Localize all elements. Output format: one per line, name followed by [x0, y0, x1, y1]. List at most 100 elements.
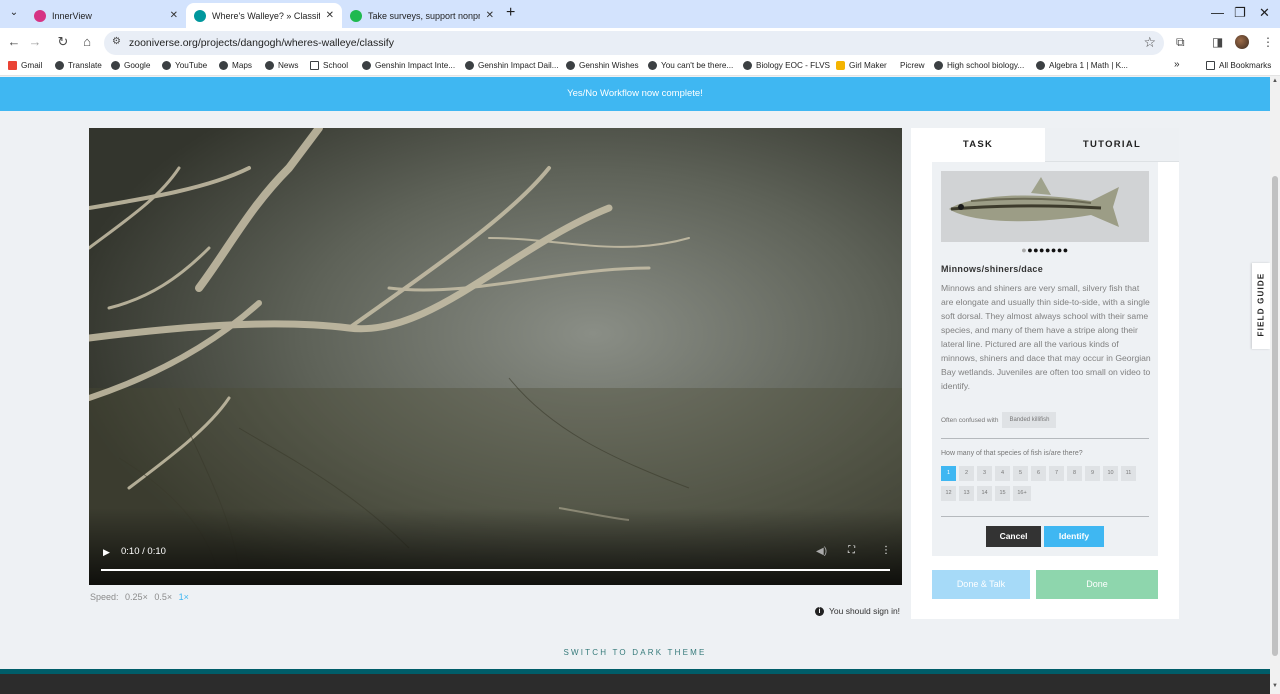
- species-description: Minnows and shiners are very small, silv…: [941, 283, 1151, 391]
- minimize-icon[interactable]: —: [1211, 5, 1224, 20]
- close-icon[interactable]: ✕: [486, 10, 494, 21]
- scroll-down-icon[interactable]: ▼: [1270, 683, 1280, 689]
- count-option[interactable]: 7: [1049, 466, 1064, 481]
- count-option[interactable]: 1: [941, 466, 956, 481]
- bookmark-label: All Bookmarks: [1219, 61, 1272, 70]
- bookmark-school[interactable]: School: [310, 61, 348, 70]
- count-option[interactable]: 9: [1085, 466, 1100, 481]
- globe-icon: [162, 61, 171, 70]
- count-option[interactable]: 12: [941, 486, 956, 501]
- done-and-talk-button[interactable]: Done & Talk: [932, 570, 1030, 599]
- video-progress-bar[interactable]: [101, 569, 890, 571]
- home-icon[interactable]: ⌂: [78, 34, 96, 49]
- bookmark-girl-maker[interactable]: Girl Maker: [836, 61, 887, 70]
- confused-species-chip[interactable]: Banded killifish: [1002, 412, 1057, 428]
- bookmark-genshin-wishes[interactable]: Genshin Wishes: [566, 61, 639, 70]
- info-icon: i: [815, 606, 824, 616]
- species-image[interactable]: [941, 171, 1149, 242]
- count-option[interactable]: 14: [977, 486, 992, 501]
- subject-video[interactable]: ▶ 0:10 / 0:10 ◀) ⛶ ⋮: [89, 128, 902, 585]
- browser-toolbar: ← → ↻ ⌂ ⚙ zooniverse.org/projects/dangog…: [0, 28, 1280, 58]
- identify-button[interactable]: Identify: [1044, 526, 1104, 547]
- zooniverse-favicon-icon: [194, 9, 206, 22]
- tab-tutorial[interactable]: TUTORIAL: [1045, 128, 1179, 162]
- count-option[interactable]: 15: [995, 486, 1010, 501]
- speed-option-1[interactable]: 1×: [179, 592, 189, 602]
- globe-icon: [743, 61, 752, 70]
- speed-option-025[interactable]: 0.25×: [125, 592, 148, 602]
- fullscreen-icon[interactable]: ⛶: [848, 545, 855, 556]
- bookmark-hs-biology[interactable]: High school biology...: [934, 61, 1024, 70]
- close-icon[interactable]: ✕: [170, 10, 178, 21]
- all-bookmarks[interactable]: All Bookmarks: [1206, 61, 1271, 70]
- tab-surveys[interactable]: Take surveys, support nonprofits ✕: [342, 3, 502, 28]
- switch-dark-theme-link[interactable]: SWITCH TO DARK THEME: [0, 648, 1270, 657]
- forward-icon[interactable]: →: [26, 34, 44, 49]
- play-icon[interactable]: ▶: [103, 547, 110, 558]
- count-option[interactable]: 13: [959, 486, 974, 501]
- close-icon[interactable]: ✕: [326, 10, 334, 21]
- speed-controls: Speed: 0.25× 0.5× 1×: [90, 592, 193, 602]
- bookmark-translate[interactable]: Translate: [55, 61, 102, 70]
- underwater-scene-image: [89, 128, 902, 585]
- bookmark-picrew[interactable]: Picrew: [900, 61, 925, 70]
- site-footer: [0, 669, 1270, 694]
- profile-avatar[interactable]: [1235, 35, 1249, 49]
- video-menu-icon[interactable]: ⋮: [881, 545, 891, 556]
- volume-icon[interactable]: ◀): [816, 546, 827, 557]
- tab-innerview[interactable]: InnerView ✕: [26, 3, 186, 28]
- count-option[interactable]: 16+: [1013, 486, 1031, 501]
- count-option[interactable]: 5: [1013, 466, 1028, 481]
- bookmark-genshin-dail[interactable]: Genshin Impact Dail...: [465, 61, 559, 70]
- restore-icon[interactable]: ❐: [1234, 5, 1246, 21]
- window-close-icon[interactable]: ✕: [1259, 5, 1270, 21]
- bookmark-label: High school biology...: [947, 61, 1025, 70]
- bookmark-maps[interactable]: Maps: [219, 61, 252, 70]
- bookmark-star-icon[interactable]: ☆: [1143, 34, 1156, 51]
- divider: [941, 438, 1149, 439]
- bookmark-biology-eoc[interactable]: Biology EOC - FLVS: [743, 61, 830, 70]
- bookmarks-overflow-icon[interactable]: »: [1174, 59, 1180, 70]
- bookmark-algebra[interactable]: Algebra 1 | Math | K...: [1036, 61, 1128, 70]
- scroll-up-icon[interactable]: ▲: [1270, 78, 1280, 84]
- bookmark-youtube[interactable]: YouTube: [162, 61, 207, 70]
- bookmark-gmail[interactable]: Gmail: [8, 61, 42, 70]
- address-bar[interactable]: ⚙ zooniverse.org/projects/dangogh/wheres…: [104, 31, 1164, 55]
- signin-text: You should sign in!: [829, 606, 901, 616]
- bookmark-you-cant[interactable]: You can't be there...: [648, 61, 733, 70]
- count-options: 1 2 3 4 5 6 7 8 9 10 11 12 13 14 15 16+: [941, 466, 1151, 506]
- bookmark-genshin-inte[interactable]: Genshin Impact Inte...: [362, 61, 455, 70]
- bookmark-label: Gmail: [21, 61, 43, 70]
- site-info-icon[interactable]: ⚙: [112, 36, 121, 47]
- scrollbar-thumb[interactable]: [1272, 176, 1278, 656]
- count-option[interactable]: 3: [977, 466, 992, 481]
- carousel-dots[interactable]: ●●●●●●●: [1027, 245, 1069, 255]
- count-option[interactable]: 11: [1121, 466, 1136, 481]
- minnow-fish-image: [941, 171, 1149, 242]
- back-icon[interactable]: ←: [5, 34, 23, 49]
- count-option[interactable]: 6: [1031, 466, 1046, 481]
- page-scrollbar[interactable]: ▲ ▼: [1270, 76, 1280, 694]
- menu-kebab-icon[interactable]: ⋮: [1262, 35, 1274, 49]
- video-time: 0:10 / 0:10: [121, 546, 166, 557]
- tab-task[interactable]: TASK: [911, 128, 1045, 162]
- reload-icon[interactable]: ↻: [54, 34, 72, 50]
- count-option[interactable]: 8: [1067, 466, 1082, 481]
- speed-option-05[interactable]: 0.5×: [154, 592, 172, 602]
- count-option[interactable]: 2: [959, 466, 974, 481]
- tab-wheres-walleye[interactable]: Where's Walleye? » Classify — Zooniverse…: [186, 3, 342, 28]
- count-option[interactable]: 10: [1103, 466, 1118, 481]
- new-tab-icon[interactable]: +: [506, 4, 515, 22]
- field-guide-tab[interactable]: FIELD GUIDE: [1252, 263, 1270, 349]
- confused-label: Often confused with: [941, 416, 999, 424]
- count-option[interactable]: 4: [995, 466, 1010, 481]
- bookmark-google[interactable]: Google: [111, 61, 150, 70]
- image-carousel-dots[interactable]: ●●●●●●●●: [932, 245, 1158, 255]
- side-panel-icon[interactable]: ◨: [1212, 35, 1223, 49]
- cancel-button[interactable]: Cancel: [986, 526, 1041, 547]
- bookmark-news[interactable]: News: [265, 61, 298, 70]
- extensions-icon[interactable]: ⧉: [1176, 35, 1185, 50]
- girl-maker-icon: [836, 61, 845, 70]
- tab-search-icon[interactable]: ⌄: [6, 5, 22, 21]
- done-button[interactable]: Done: [1036, 570, 1158, 599]
